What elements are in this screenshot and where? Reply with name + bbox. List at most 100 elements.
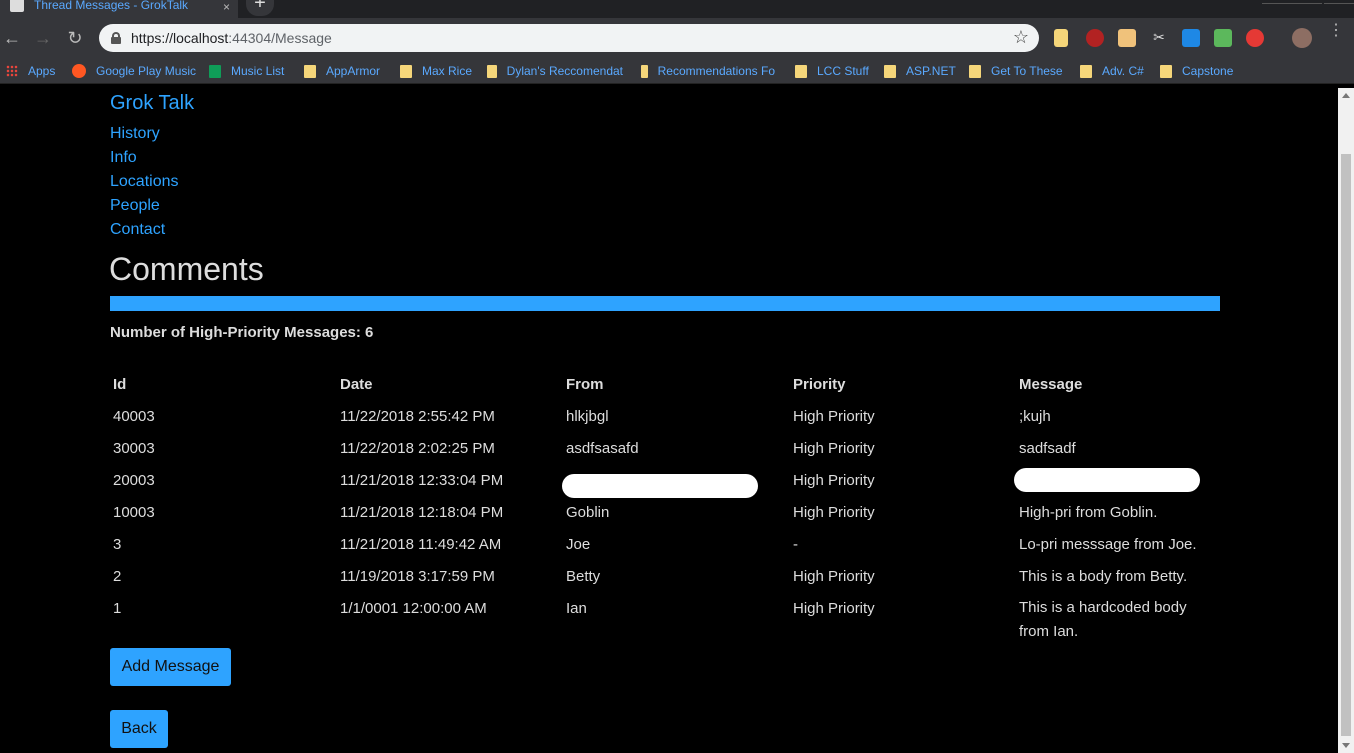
cell-date: 1/1/0001 12:00:00 AM — [340, 600, 487, 617]
cell-message: sadfsadf — [1019, 440, 1076, 457]
back-arrow-icon[interactable]: ← — [0, 26, 24, 50]
avatar[interactable] — [1292, 28, 1312, 48]
bookmark-star-icon[interactable]: ☆ — [1013, 27, 1029, 48]
redaction-mark — [562, 474, 758, 498]
redaction-mark — [1014, 468, 1200, 492]
cell-priority: High Priority — [793, 504, 875, 521]
nav-link-history[interactable]: History — [110, 125, 160, 143]
nav-link-info[interactable]: Info — [110, 149, 137, 167]
tab-title: Thread Messages - GrokTalk — [34, 0, 189, 12]
bookmark-recommendations[interactable]: Recommendations Fo — [641, 63, 775, 79]
scroll-up-arrow-icon[interactable] — [1342, 93, 1350, 98]
reload-icon[interactable]: ↻ — [63, 26, 87, 50]
tab-strip: Thread Messages - GrokTalk × + — [0, 0, 1354, 18]
site-brand-link[interactable]: Grok Talk — [110, 92, 194, 115]
cell-priority: High Priority — [793, 600, 875, 617]
browser-toolbar: ← → ↻ https://localhost:44304/Message ☆ … — [0, 18, 1354, 58]
address-bar[interactable]: https://localhost:44304/Message ☆ — [99, 24, 1039, 52]
nav-link-people[interactable]: People — [110, 197, 160, 215]
column-header-id: Id — [113, 376, 127, 393]
cell-priority: High Priority — [793, 440, 875, 457]
bookmark-max-rice[interactable]: Max Rice — [400, 63, 472, 79]
forward-arrow-icon[interactable]: → — [31, 26, 55, 50]
bookmarks-bar: Apps Google Play Music Music List AppArm… — [0, 58, 1354, 84]
cell-message: ;kujh — [1019, 408, 1051, 425]
bookmark-music-list[interactable]: Music List — [209, 63, 284, 79]
folder-icon — [1080, 64, 1092, 78]
sheets-icon — [209, 64, 221, 78]
scissors-icon[interactable]: ✂ — [1150, 29, 1168, 47]
nav-link-contact[interactable]: Contact — [110, 221, 165, 239]
bookmark-google-play-music[interactable]: Google Play Music — [72, 63, 196, 79]
page-scrollbar[interactable] — [1338, 88, 1354, 753]
cell-id: 20003 — [113, 472, 155, 489]
minimize-window-button[interactable] — [1262, 0, 1322, 4]
scrollbar-thumb[interactable] — [1341, 154, 1351, 736]
cell-priority: - — [793, 536, 798, 553]
bookmark-get-to-these[interactable]: Get To These — [969, 63, 1063, 79]
cell-id: 30003 — [113, 440, 155, 457]
lock-icon — [111, 32, 121, 44]
cell-from: Ian — [566, 600, 587, 617]
bookmark-adv-csharp[interactable]: Adv. C# — [1080, 63, 1144, 79]
cell-id: 40003 — [113, 408, 155, 425]
cell-from: asdfsasafd — [566, 440, 639, 457]
cell-id: 2 — [113, 568, 122, 585]
folder-icon — [969, 64, 981, 78]
cell-message: This is a body from Betty. — [1019, 568, 1188, 585]
cell-id: 10003 — [113, 504, 155, 521]
folder-icon — [795, 64, 807, 78]
cell-message: Lo-pri messsage from Joe. — [1019, 536, 1197, 553]
bookmark-apps[interactable]: Apps — [6, 63, 55, 79]
close-tab-icon[interactable]: × — [223, 0, 230, 14]
cell-priority: High Priority — [793, 408, 875, 425]
folder-icon — [487, 64, 497, 78]
extension-grid-icon[interactable] — [1214, 29, 1232, 47]
apps-grid-icon — [6, 65, 18, 77]
browser-menu-icon[interactable]: ⋮ — [1328, 23, 1344, 39]
nav-link-locations[interactable]: Locations — [110, 173, 179, 191]
play-music-icon — [72, 64, 86, 78]
browser-tab[interactable]: Thread Messages - GrokTalk × — [0, 0, 238, 18]
cell-date: 11/21/2018 12:33:04 PM — [340, 472, 504, 489]
folder-icon — [304, 64, 316, 78]
extension-red-icon[interactable] — [1246, 29, 1264, 47]
page-viewport: Grok Talk History Info Locations People … — [0, 88, 1338, 753]
maximize-window-button[interactable] — [1324, 0, 1354, 4]
folder-icon — [1160, 64, 1172, 78]
bookmark-apparmor[interactable]: AppArmor — [304, 63, 380, 79]
new-tab-button[interactable]: + — [246, 0, 274, 16]
cell-date: 11/21/2018 12:18:04 PM — [340, 504, 504, 521]
page-title: Comments — [109, 251, 264, 287]
extension-icon[interactable] — [1054, 29, 1068, 47]
cell-priority: High Priority — [793, 472, 875, 489]
url-text[interactable]: https://localhost:44304/Message — [131, 30, 332, 46]
extension-face-icon[interactable] — [1118, 29, 1136, 47]
ublock-icon[interactable] — [1086, 29, 1104, 47]
cell-date: 11/22/2018 2:02:25 PM — [340, 440, 495, 457]
cell-from: Betty — [566, 568, 601, 585]
column-header-message: Message — [1019, 376, 1083, 393]
folder-icon — [400, 64, 412, 78]
title-divider — [110, 296, 1220, 311]
back-button[interactable]: Back — [110, 710, 168, 748]
extension-s-icon[interactable] — [1182, 29, 1200, 47]
scroll-down-arrow-icon[interactable] — [1342, 743, 1350, 748]
add-message-button[interactable]: Add Message — [110, 648, 231, 686]
cell-from: Joe — [566, 536, 591, 553]
cell-date: 11/22/2018 2:55:42 PM — [340, 408, 495, 425]
cell-date: 11/21/2018 11:49:42 AM — [340, 536, 502, 553]
bookmark-aspnet[interactable]: ASP.NET — [884, 63, 956, 79]
cell-priority: High Priority — [793, 568, 875, 585]
high-priority-count: Number of High-Priority Messages: 6 — [110, 324, 374, 341]
column-header-from: From — [566, 376, 604, 393]
cell-from: hlkjbgl — [566, 408, 609, 425]
bookmark-dylans-recommendations[interactable]: Dylan's Reccomendat — [487, 63, 623, 79]
bookmark-lcc-stuff[interactable]: LCC Stuff — [795, 63, 869, 79]
page-favicon-icon — [10, 0, 24, 12]
cell-message: High-pri from Goblin. — [1019, 504, 1158, 521]
column-header-priority: Priority — [793, 376, 846, 393]
folder-icon — [641, 64, 648, 78]
bookmark-capstone[interactable]: Capstone — [1160, 63, 1233, 79]
cell-message: This is a hardcoded body from Ian. — [1019, 599, 1187, 640]
